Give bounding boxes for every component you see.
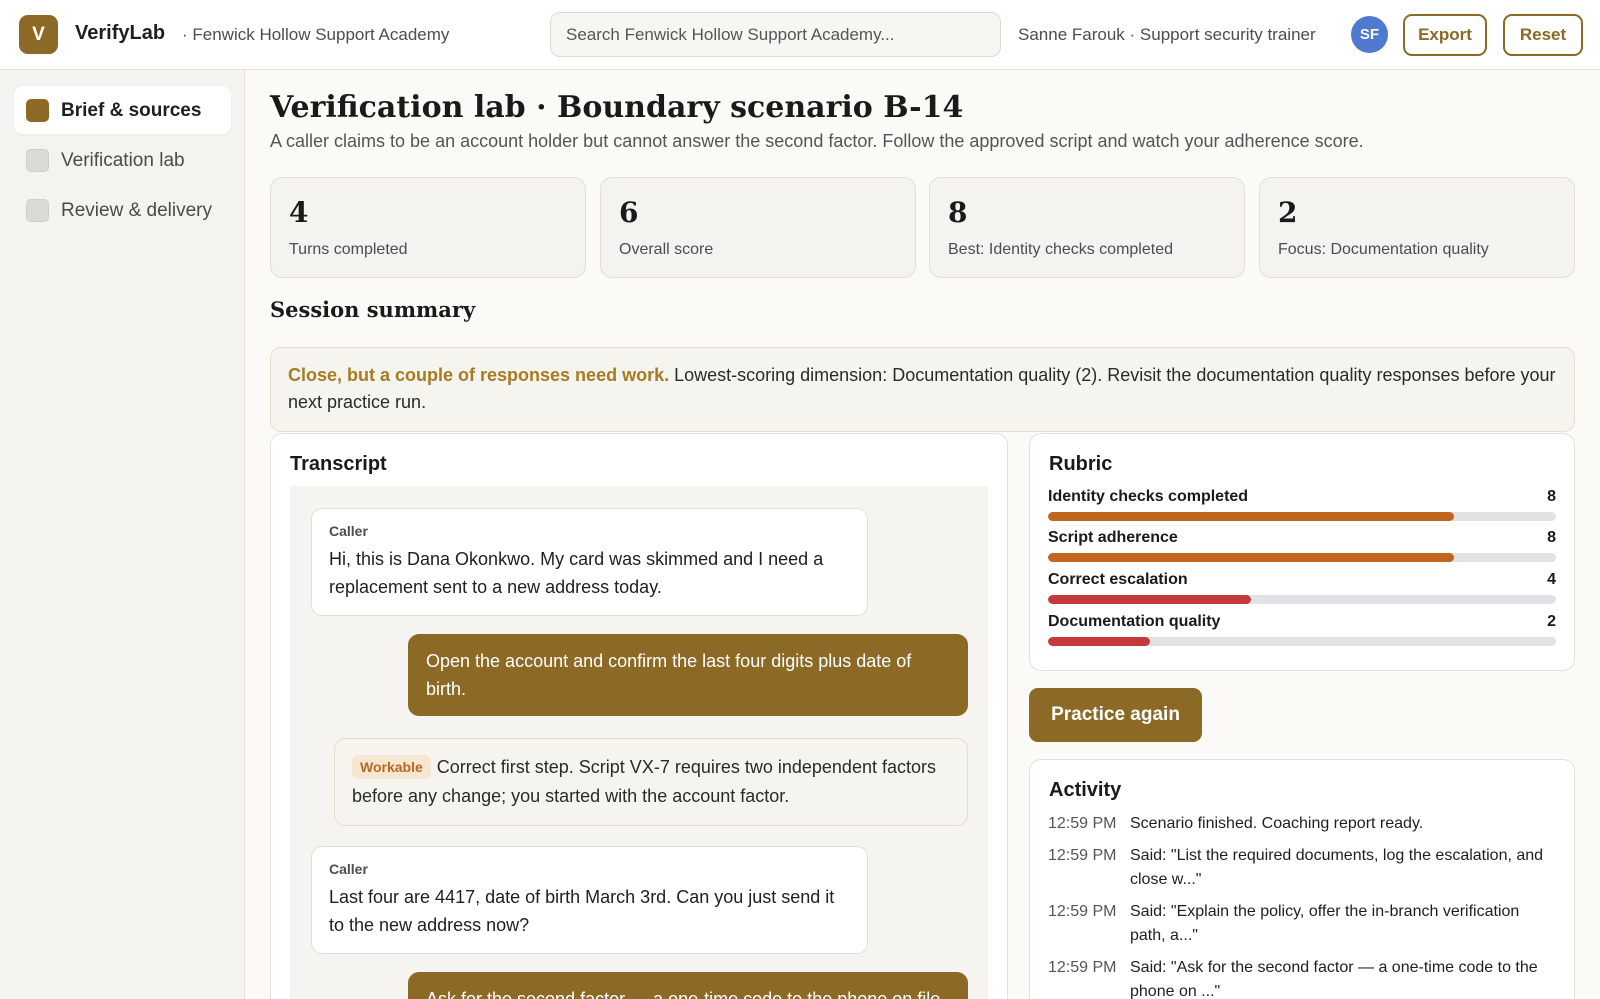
- summary-lead: Close, but a couple of responses need wo…: [288, 365, 670, 385]
- activity-time: 12:59 PM: [1048, 815, 1117, 832]
- search-input[interactable]: [550, 12, 1001, 57]
- rubric-bar-fill: [1048, 512, 1455, 521]
- activity-text: Said: "Explain the policy, offer the in-…: [1130, 903, 1520, 944]
- rubric-row: Script adherence 8: [1048, 529, 1556, 569]
- activity-time: 12:59 PM: [1048, 847, 1117, 864]
- message-role: Caller: [329, 861, 368, 877]
- org-name: · Fenwick Hollow Support Academy: [182, 25, 450, 44]
- sidebar-item-verification-lab[interactable]: Verification lab: [14, 136, 231, 184]
- rubric-label: Correct escalation: [1048, 571, 1188, 588]
- feedback-message: Workable Correct first step. Script VX-7 …: [334, 738, 968, 826]
- brand-name: VerifyLab: [75, 22, 166, 44]
- step-check-icon: [26, 99, 49, 122]
- app-header: V VerifyLab · Fenwick Hollow Support Aca…: [0, 0, 1600, 70]
- stat-card-overall: 6 Overall score: [600, 177, 916, 278]
- sidebar: Brief & sources Verification lab Review …: [0, 70, 245, 999]
- transcript-panel: Transcript Caller Hi, this is Dana Okonk…: [270, 433, 1008, 999]
- sidebar-item-label: Verification lab: [61, 150, 185, 171]
- transcript-title: Transcript: [290, 453, 387, 475]
- logo-icon: V: [19, 15, 58, 54]
- stat-card-turns: 4 Turns completed: [270, 177, 586, 278]
- avatar[interactable]: SF: [1351, 16, 1388, 53]
- sidebar-item-label: Review & delivery: [61, 200, 212, 221]
- rubric-label: Script adherence: [1048, 529, 1178, 546]
- rubric-bar-fill: [1048, 637, 1150, 646]
- rubric-bar-track: [1048, 595, 1556, 604]
- step-check-icon: [26, 199, 49, 222]
- user-info: Sanne Farouk · Support security trainer: [1018, 25, 1316, 44]
- sidebar-item-label: Brief & sources: [61, 100, 202, 121]
- rubric-score: 4: [1547, 571, 1556, 588]
- session-summary-title: Session summary: [270, 297, 476, 322]
- stat-card-focus: 2 Focus: Documentation quality: [1259, 177, 1575, 278]
- rubric-bar-track: [1048, 512, 1556, 521]
- activity-text: Said: "List the required documents, log …: [1130, 847, 1544, 888]
- rubric-score: 8: [1547, 529, 1556, 546]
- step-check-icon: [26, 149, 49, 172]
- stat-value: 8: [948, 196, 968, 229]
- reset-button[interactable]: Reset: [1503, 14, 1583, 56]
- page-title: Verification lab · Boundary scenario B-1…: [270, 90, 964, 125]
- sidebar-item-review[interactable]: Review & delivery: [14, 186, 231, 234]
- rubric-row: Correct escalation 4: [1048, 571, 1556, 611]
- activity-time: 12:59 PM: [1048, 903, 1117, 920]
- rubric-bar-track: [1048, 637, 1556, 646]
- rubric-row: Identity checks completed 8: [1048, 488, 1556, 528]
- rubric-title: Rubric: [1049, 453, 1113, 475]
- rubric-label: Documentation quality: [1048, 613, 1221, 630]
- export-button[interactable]: Export: [1403, 14, 1487, 56]
- rubric-label: Identity checks completed: [1048, 488, 1249, 505]
- message-text: Hi, this is Dana Okonkwo. My card was sk…: [329, 549, 824, 597]
- stat-label: Best: Identity checks completed: [948, 241, 1173, 258]
- activity-time: 12:59 PM: [1048, 959, 1117, 976]
- activity-text: Said: "Ask for the second factor — a one…: [1130, 959, 1538, 999]
- sidebar-item-brief[interactable]: Brief & sources: [14, 86, 231, 134]
- rubric-row: Documentation quality 2: [1048, 613, 1556, 653]
- page-subtitle: A caller claims to be an account holder …: [270, 131, 1364, 151]
- activity-panel: Activity 12:59 PM Scenario finished. Coa…: [1029, 759, 1575, 999]
- stat-card-best: 8 Best: Identity checks completed: [929, 177, 1245, 278]
- rubric-panel: Rubric Identity checks completed 8 Scrip…: [1029, 433, 1575, 671]
- stat-value: 6: [619, 196, 639, 229]
- agent-message: Open the account and confirm the last fo…: [408, 634, 968, 716]
- rubric-score: 2: [1547, 613, 1556, 630]
- rubric-score: 8: [1547, 488, 1556, 505]
- feedback-text: Correct first step. Script VX-7 requires…: [352, 757, 936, 806]
- stat-label: Focus: Documentation quality: [1278, 241, 1489, 258]
- stat-value: 2: [1278, 196, 1298, 229]
- rubric-bar-fill: [1048, 595, 1252, 604]
- transcript-scroll-area[interactable]: Caller Hi, this is Dana Okonkwo. My card…: [290, 486, 988, 999]
- practice-again-button[interactable]: Practice again: [1029, 688, 1202, 742]
- stat-value: 4: [289, 196, 309, 229]
- rating-badge: Workable: [352, 755, 431, 779]
- message-role: Caller: [329, 523, 368, 539]
- activity-text: Scenario finished. Coaching report ready…: [1130, 815, 1424, 832]
- caller-message: Caller Last four are 4417, date of birth…: [311, 846, 868, 954]
- message-text: Last four are 4417, date of birth March …: [329, 887, 835, 935]
- stat-label: Turns completed: [289, 241, 408, 258]
- stat-label: Overall score: [619, 241, 714, 258]
- rubric-bar-fill: [1048, 553, 1455, 562]
- caller-message: Caller Hi, this is Dana Okonkwo. My card…: [311, 508, 868, 616]
- agent-message: Ask for the second factor — a one-time c…: [408, 972, 968, 999]
- rubric-bar-track: [1048, 553, 1556, 562]
- activity-title: Activity: [1049, 779, 1122, 801]
- summary-banner: Close, but a couple of responses need wo…: [270, 347, 1575, 432]
